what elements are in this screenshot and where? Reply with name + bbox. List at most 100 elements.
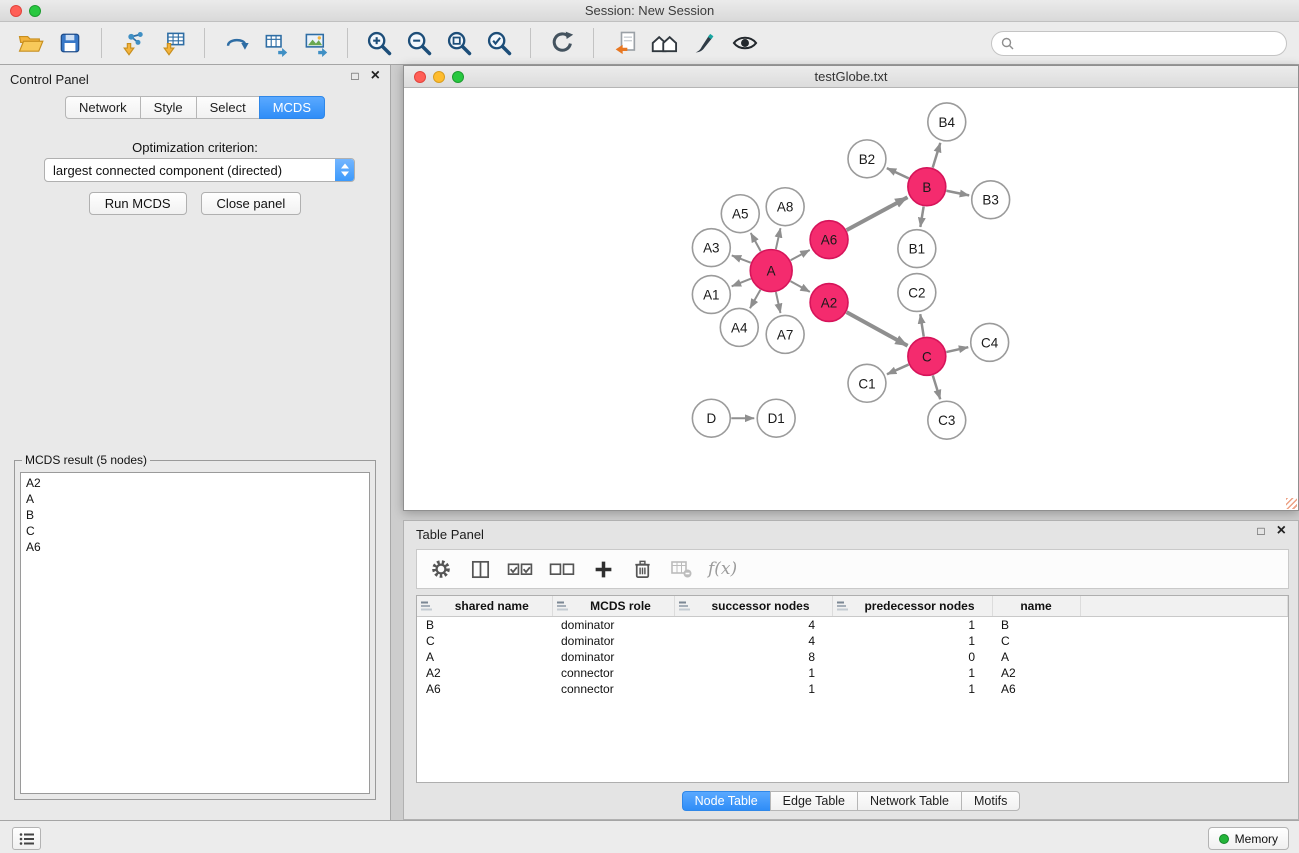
run-mcds-button[interactable]: Run MCDS [89, 192, 187, 215]
graph-node-D[interactable]: D [692, 399, 730, 437]
table-row[interactable]: Adominator80A [417, 649, 1288, 665]
clone-network-button[interactable] [218, 25, 254, 61]
graph-node-C4[interactable]: C4 [971, 323, 1009, 361]
show-columns-button[interactable] [468, 554, 492, 584]
graph-node-B[interactable]: B [908, 168, 946, 206]
graph-node-A4[interactable]: A4 [720, 308, 758, 346]
graph-edge-A-A7[interactable] [776, 292, 781, 313]
resize-handle[interactable] [1286, 498, 1297, 509]
graph-edge-B-B1[interactable] [920, 206, 923, 226]
close-panel-icon[interactable]: × [371, 70, 380, 82]
import-network-button[interactable] [115, 25, 151, 61]
tab-motifs[interactable]: Motifs [961, 791, 1020, 811]
tab-select[interactable]: Select [196, 96, 259, 119]
close-view-button[interactable] [414, 71, 426, 83]
graph-node-A5[interactable]: A5 [721, 195, 759, 233]
column-header-mcds-role[interactable]: MCDS role [552, 596, 674, 616]
tab-edge-table[interactable]: Edge Table [770, 791, 857, 811]
table-row[interactable]: A6connector11A6 [417, 681, 1288, 697]
graph-node-D1[interactable]: D1 [757, 399, 795, 437]
graph-node-B1[interactable]: B1 [898, 230, 936, 268]
save-session-button[interactable] [52, 25, 88, 61]
graph-node-C[interactable]: C [908, 337, 946, 375]
delete-table-button[interactable] [669, 554, 693, 584]
memory-button[interactable]: Memory [1208, 827, 1289, 850]
result-item[interactable]: B [26, 507, 364, 523]
close-panel-icon[interactable]: × [1277, 525, 1286, 537]
graph-node-A8[interactable]: A8 [766, 188, 804, 226]
float-panel-icon[interactable]: □ [351, 69, 358, 83]
graph-edge-C-C3[interactable] [933, 375, 940, 399]
network-graph[interactable]: B4 B2 B B3 A5A8A6 B1 A3 A A1 C2 A2 A4A7 C4 C C1 C3 D D1 [404, 88, 1298, 510]
graph-edge-B-B4[interactable] [933, 143, 941, 168]
create-column-button[interactable] [591, 554, 615, 584]
table-row[interactable]: A2connector11A2 [417, 665, 1288, 681]
tab-style[interactable]: Style [140, 96, 196, 119]
column-header-shared-name[interactable]: shared name [417, 596, 552, 616]
column-header-name[interactable]: name [992, 596, 1080, 616]
home-views-button[interactable] [647, 25, 683, 61]
graph-node-B3[interactable]: B3 [972, 181, 1010, 219]
export-image-button[interactable] [298, 25, 334, 61]
column-header-predecessor-nodes[interactable]: predecessor nodes [832, 596, 992, 616]
zoom-window-button[interactable] [29, 5, 41, 17]
table-row[interactable]: Cdominator41C [417, 633, 1288, 649]
tab-mcds[interactable]: MCDS [259, 96, 325, 119]
graphics-details-button[interactable] [727, 25, 763, 61]
export-table-button[interactable] [258, 25, 294, 61]
graph-node-C1[interactable]: C1 [848, 364, 886, 402]
minimize-view-button[interactable] [433, 71, 445, 83]
zoom-selected-button[interactable] [481, 25, 517, 61]
criterion-select[interactable]: largest connected component (directed) [44, 158, 355, 182]
graph-edge-A-A2[interactable] [790, 281, 809, 292]
zoom-out-button[interactable] [401, 25, 437, 61]
graph-node-A7[interactable]: A7 [766, 315, 804, 353]
result-item[interactable]: A6 [26, 539, 364, 555]
style-brush-button[interactable] [687, 25, 723, 61]
graph-edge-A-A8[interactable] [776, 228, 781, 249]
graph-edge-A-A4[interactable] [750, 290, 760, 309]
graph-edge-B-B3[interactable] [946, 191, 969, 196]
column-header-successor-nodes[interactable]: successor nodes [674, 596, 832, 616]
zoom-view-button[interactable] [452, 71, 464, 83]
graph-edge-C-C2[interactable] [920, 314, 924, 336]
result-item[interactable]: A [26, 491, 364, 507]
graph-node-A[interactable]: A [750, 250, 792, 292]
graph-edge-A-A1[interactable] [732, 279, 751, 287]
table-row[interactable]: Bdominator41B [417, 616, 1288, 633]
share-network-button[interactable] [607, 25, 643, 61]
network-canvas[interactable]: B4 B2 B B3 A5A8A6 B1 A3 A A1 C2 A2 A4A7 C4 C C1 C3 D D1 [404, 88, 1298, 510]
graph-node-A3[interactable]: A3 [692, 229, 730, 267]
close-panel-button[interactable]: Close panel [201, 192, 302, 215]
graph-node-A2[interactable]: A2 [810, 284, 848, 322]
open-file-button[interactable] [12, 25, 48, 61]
graph-edge-C-C4[interactable] [946, 347, 968, 352]
graph-edge-B-B2[interactable] [887, 168, 909, 178]
task-history-button[interactable] [12, 827, 41, 850]
graph-node-A6[interactable]: A6 [810, 221, 848, 259]
graph-node-A1[interactable]: A1 [692, 276, 730, 314]
graph-edge-A2-C[interactable] [847, 312, 908, 346]
result-item[interactable]: C [26, 523, 364, 539]
graph-node-C3[interactable]: C3 [928, 401, 966, 439]
close-window-button[interactable] [10, 5, 22, 17]
graph-edge-A-A5[interactable] [751, 233, 761, 251]
result-item[interactable]: A2 [26, 475, 364, 491]
graph-edge-A-A6[interactable] [791, 250, 810, 260]
select-all-button[interactable] [507, 554, 534, 584]
graph-node-B4[interactable]: B4 [928, 103, 966, 141]
tab-node-table[interactable]: Node Table [682, 791, 770, 811]
graph-node-C2[interactable]: C2 [898, 274, 936, 312]
table-settings-button[interactable] [429, 554, 453, 584]
delete-column-button[interactable] [630, 554, 654, 584]
deselect-all-button[interactable] [549, 554, 576, 584]
function-builder-button[interactable]: f(x) [708, 554, 737, 584]
graph-edge-A6-B[interactable] [847, 197, 908, 230]
graph-node-B2[interactable]: B2 [848, 140, 886, 178]
zoom-in-button[interactable] [361, 25, 397, 61]
search-input[interactable] [1019, 35, 1277, 51]
graph-edge-A-A3[interactable] [732, 255, 751, 262]
tab-network[interactable]: Network [65, 96, 140, 119]
zoom-fit-button[interactable] [441, 25, 477, 61]
graph-edge-C-C1[interactable] [887, 365, 909, 375]
